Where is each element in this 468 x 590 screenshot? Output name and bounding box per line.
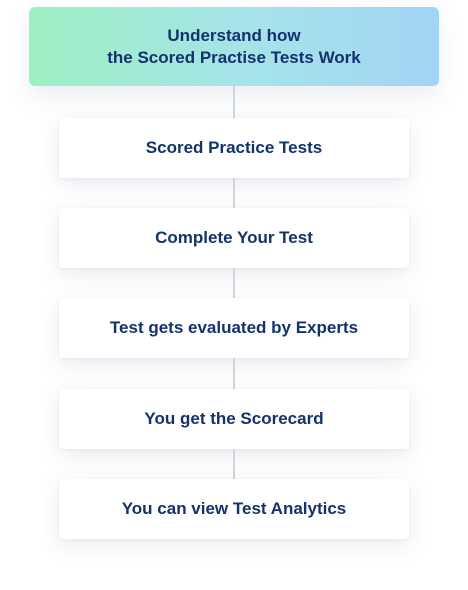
step-card-complete-your-test: Complete Your Test <box>59 208 409 268</box>
step-card-evaluated-by-experts: Test gets evaluated by Experts <box>59 298 409 358</box>
connector-line <box>233 178 235 208</box>
step-card-get-scorecard: You get the Scorecard <box>59 389 409 449</box>
connector-line <box>233 358 235 389</box>
step-card-view-test-analytics: You can view Test Analytics <box>59 479 409 539</box>
connector-line <box>233 449 235 479</box>
step-label: You get the Scorecard <box>144 409 324 428</box>
step-card-scored-practice-tests: Scored Practice Tests <box>59 118 409 178</box>
step-label: Complete Your Test <box>155 228 313 247</box>
connector-line <box>233 86 235 118</box>
step-label: Scored Practice Tests <box>145 138 323 157</box>
header-title-line-2: the Scored Practise Tests Work <box>107 47 361 67</box>
connector-line <box>233 268 235 298</box>
step-label: You can view Test Analytics <box>121 499 347 518</box>
step-label: Test gets evaluated by Experts <box>109 318 359 337</box>
header-card: Understand how the Scored Practise Tests… <box>29 7 439 86</box>
header-title-line-1: Understand how <box>167 25 301 45</box>
